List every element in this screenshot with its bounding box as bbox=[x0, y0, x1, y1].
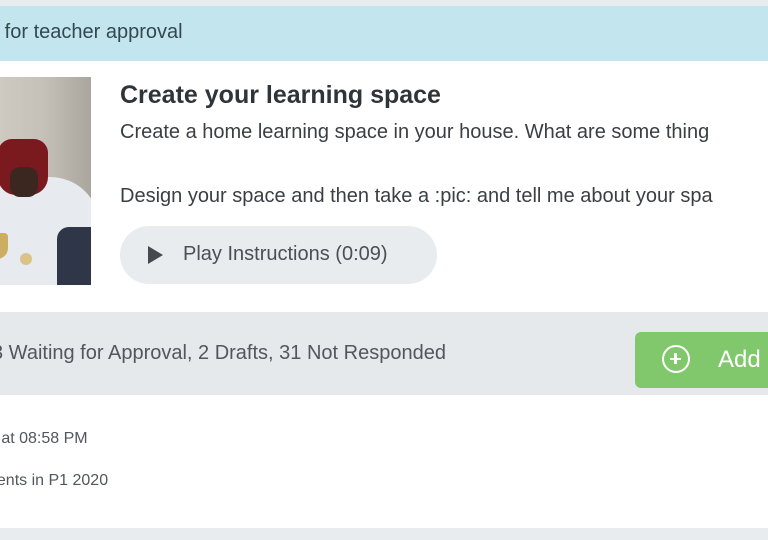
play-instructions-button[interactable]: Play Instructions (0:09) bbox=[120, 226, 437, 284]
approval-banner-text: g for teacher approval bbox=[0, 21, 183, 43]
response-summary: 3 Waiting for Approval, 2 Drafts, 31 Not… bbox=[0, 342, 446, 364]
play-icon bbox=[148, 246, 163, 264]
plus-circle-icon bbox=[662, 345, 690, 373]
activity-description-line-1: Create a home learning space in your hou… bbox=[120, 121, 710, 143]
activity-audience: dents in P1 2020 bbox=[0, 472, 109, 489]
activity-thumbnail[interactable] bbox=[0, 77, 91, 285]
activity-description-line-2: Design your space and then take a :pic: … bbox=[120, 185, 713, 207]
activity-date: 2 at 08:58 PM bbox=[0, 430, 88, 447]
activity-title: Create your learning space bbox=[120, 81, 441, 109]
activity-card: g for teacher approval Create your learn… bbox=[0, 6, 768, 528]
play-instructions-label: Play Instructions (0:09) bbox=[183, 243, 388, 265]
approval-banner: g for teacher approval bbox=[0, 6, 768, 61]
response-status-bar: 3 Waiting for Approval, 2 Drafts, 31 Not… bbox=[0, 312, 768, 395]
add-response-label: Add bbox=[718, 346, 761, 373]
add-response-button[interactable]: Add bbox=[635, 332, 768, 388]
